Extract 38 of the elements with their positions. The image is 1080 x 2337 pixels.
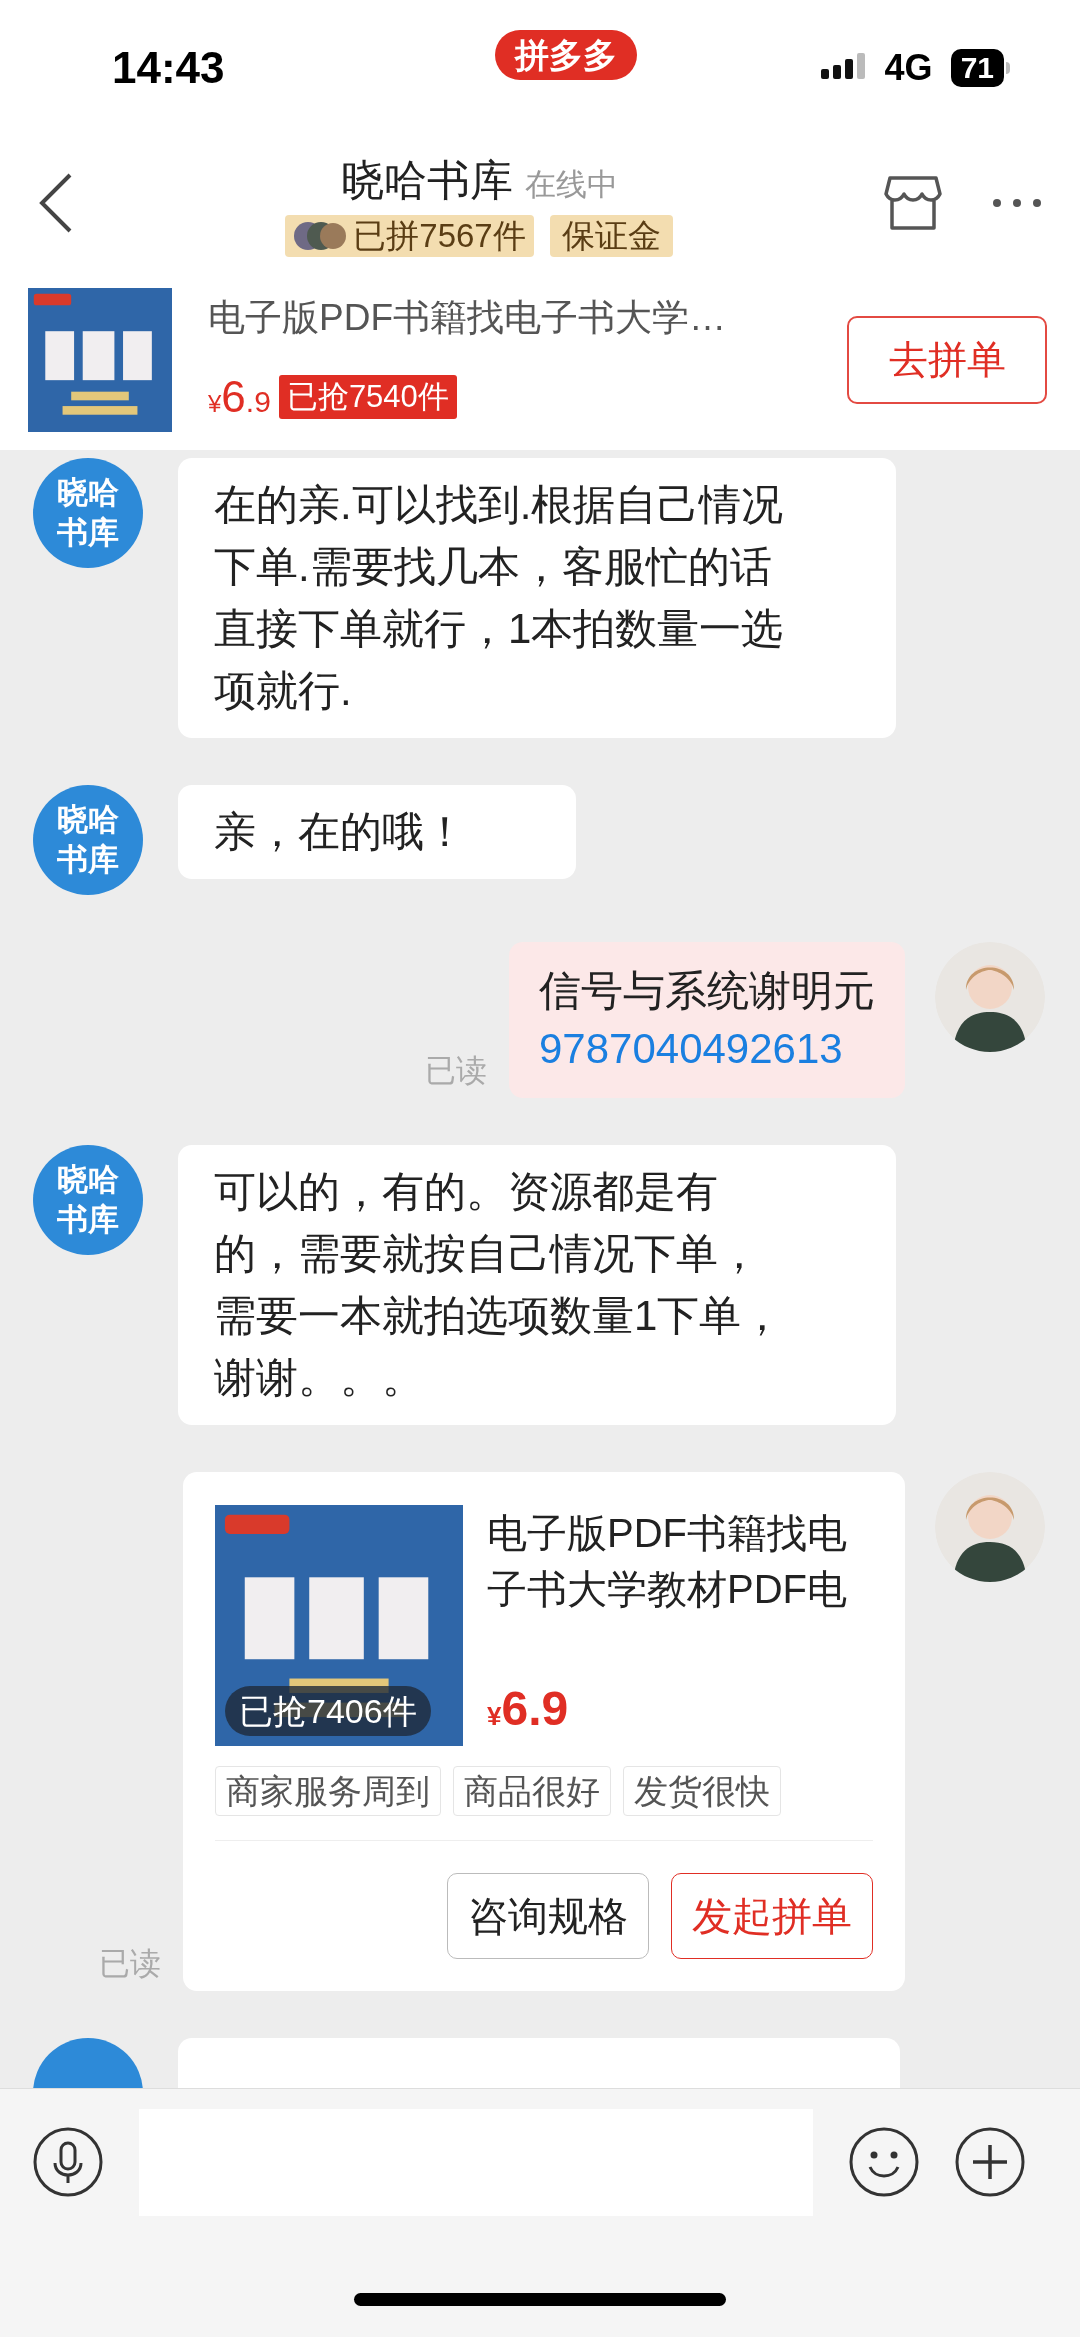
message-text: 在的亲.可以找到.根据自己情况下单.需要找几本，客服忙的话直接下单就行，1本拍数量一选项就行. xyxy=(178,458,896,738)
shop-avatar[interactable]: 晓哈书库 xyxy=(33,1145,143,1255)
review-tag: 发货很快 xyxy=(623,1766,781,1816)
network-label: 4G xyxy=(884,45,933,90)
battery-level: 71 xyxy=(950,48,1004,87)
message-text: 亲，在的哦！ xyxy=(178,785,576,879)
plus-icon[interactable] xyxy=(955,2127,1025,2197)
shop-avatar[interactable]: 晓哈书库 xyxy=(33,458,143,568)
product-title: 电子版PDF书籍找电子书大学教材PDF电 xyxy=(487,1510,848,1613)
message-text: 可以的，有的。资源都是有的，需要就按自己情况下单，需要一本就拍选项数量1下单，谢谢。。。 xyxy=(178,1145,896,1425)
join-group-button[interactable]: 去拼单 xyxy=(847,316,1047,404)
status-time: 14:43 xyxy=(112,41,226,94)
shop-title: 晓哈书库 xyxy=(340,155,513,207)
product-price: ¥6.9 xyxy=(487,1681,570,1737)
product-price: ¥6.9 xyxy=(208,370,271,423)
card-button[interactable]: 发起拼单 xyxy=(671,1873,873,1959)
store-icon[interactable] xyxy=(884,173,942,232)
sold-badge: 已抢7540件 xyxy=(278,374,457,419)
review-tag: 商家服务周到 xyxy=(215,1766,441,1816)
read-receipt: 已读 xyxy=(425,1051,487,1090)
shop-avatar[interactable]: 晓哈书库 xyxy=(33,785,143,895)
stats-badge: 已拼7567件 xyxy=(285,214,534,257)
product-card[interactable]: 已抢7406件 电子版PDF书籍找电子书大学教材PDF电 ¥6.9 商家服务周到 商品很好 发货很快 咨询规格 发起拼单 xyxy=(183,1472,905,1991)
review-tag: 商品很好 xyxy=(453,1766,611,1816)
product-title[interactable]: 电子版PDF书籍找电子书大学… xyxy=(208,290,811,346)
sold-badge: 已抢7406件 xyxy=(225,1686,431,1736)
isbn-link[interactable]: 9787040492613 xyxy=(539,1020,875,1078)
read-receipt: 已读 xyxy=(99,1944,161,1983)
back-icon[interactable] xyxy=(38,172,74,233)
emoji-icon[interactable] xyxy=(849,2127,919,2197)
message-text: 信号与系统谢明元 xyxy=(539,966,875,1016)
card-button[interactable]: 咨询规格 xyxy=(447,1873,649,1959)
microphone-icon[interactable] xyxy=(33,2127,103,2197)
more-icon[interactable] xyxy=(992,197,1042,208)
app-badge: 拼多多 xyxy=(495,30,638,80)
buyer-avatars-icon xyxy=(293,220,348,251)
online-status: 在线中 xyxy=(524,166,618,205)
deposit-badge: 保证金 xyxy=(549,214,673,257)
